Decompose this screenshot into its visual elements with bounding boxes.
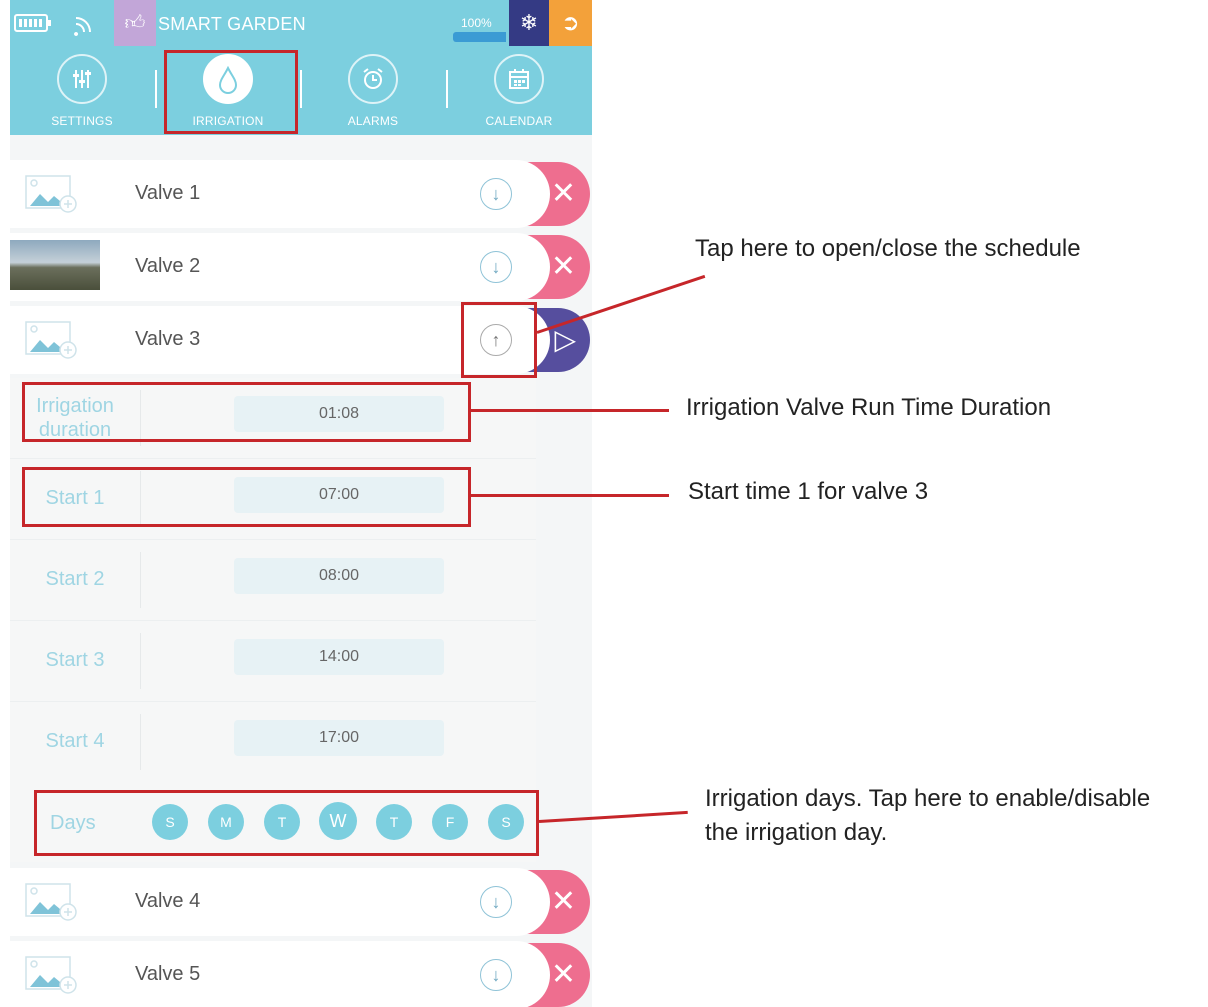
sliders-icon xyxy=(57,54,107,104)
valve-name[interactable]: Valve 1 xyxy=(135,182,200,205)
valve-row-2[interactable]: ✕ Valve 2 ↓ xyxy=(10,233,592,301)
tab-alarms[interactable]: ALARMS xyxy=(313,54,433,128)
start-time-value[interactable]: 14:00 xyxy=(234,639,444,675)
progress-indicator: 100% xyxy=(453,12,509,42)
battery-icon xyxy=(14,14,51,32)
delete-icon: ✕ xyxy=(550,177,576,210)
highlight-irrigation-tab xyxy=(164,50,298,134)
status-bar: 👍︎ SMART GARDEN 100% ❄ ➲ xyxy=(10,0,592,46)
tab-settings[interactable]: SETTINGS xyxy=(22,54,142,128)
tab-settings-label: SETTINGS xyxy=(51,114,113,128)
placeholder-image-icon[interactable] xyxy=(24,882,82,922)
start-time-value[interactable]: 17:00 xyxy=(234,720,444,756)
schedule-row-start-3[interactable]: Start 3 14:00 xyxy=(10,621,536,702)
down-arrow-icon[interactable]: ↓ xyxy=(480,178,512,210)
start-time-value[interactable]: 08:00 xyxy=(234,558,444,594)
delete-icon: ✕ xyxy=(550,250,576,283)
valve-row-5[interactable]: ✕ Valve 5 ↓ xyxy=(10,941,592,1007)
annotation-days-line-1: Irrigation days. Tap here to enable/disa… xyxy=(705,785,1151,812)
wifi-icon xyxy=(72,12,98,36)
tab-divider xyxy=(300,70,302,108)
highlight-days-row xyxy=(34,790,539,856)
annotation-toggle: Tap here to open/close the schedule xyxy=(695,235,1081,262)
highlight-toggle-button xyxy=(461,302,537,378)
calendar-icon xyxy=(494,54,544,104)
placeholder-image-icon[interactable] xyxy=(24,174,82,214)
valve-card: Valve 5 ↓ xyxy=(10,941,550,1007)
schedule-row-start-4[interactable]: Start 4 17:00 xyxy=(10,702,536,783)
delete-icon: ✕ xyxy=(550,958,576,991)
placeholder-image-icon[interactable] xyxy=(24,955,82,995)
placeholder-image-icon[interactable] xyxy=(24,320,82,360)
annotation-duration: Irrigation Valve Run Time Duration xyxy=(686,394,1052,421)
delete-icon: ✕ xyxy=(550,885,576,918)
alarm-clock-icon xyxy=(348,54,398,104)
tab-divider xyxy=(155,70,157,108)
start-label: Start 2 xyxy=(45,568,105,590)
valve-row-4[interactable]: ✕ Valve 4 ↓ xyxy=(10,868,592,936)
tab-calendar-label: CALENDAR xyxy=(485,114,553,128)
valve-card: Valve 1 ↓ xyxy=(10,160,550,228)
thumbs-up-icon[interactable]: 👍︎ xyxy=(114,0,156,46)
tab-alarms-label: ALARMS xyxy=(347,114,399,128)
snowflake-icon[interactable]: ❄ xyxy=(509,0,549,46)
start-label: Start 4 xyxy=(45,730,105,752)
highlight-start-1-row xyxy=(22,467,471,527)
tab-calendar[interactable]: CALENDAR xyxy=(459,54,579,128)
annotation-start-1: Start time 1 for valve 3 xyxy=(688,478,929,505)
valve-name[interactable]: Valve 3 xyxy=(135,328,200,351)
tab-divider xyxy=(446,70,448,108)
annotation-line-duration xyxy=(471,409,669,412)
valve-card: Valve 2 ↓ xyxy=(10,233,550,301)
down-arrow-icon[interactable]: ↓ xyxy=(480,886,512,918)
annotation-line-start-1 xyxy=(471,494,669,497)
down-arrow-icon[interactable]: ↓ xyxy=(480,959,512,991)
valve-card: Valve 4 ↓ xyxy=(10,868,550,936)
valve-name[interactable]: Valve 4 xyxy=(135,890,200,913)
exit-icon[interactable]: ➲ xyxy=(549,0,592,46)
app-title: SMART GARDEN xyxy=(158,14,306,34)
highlight-duration-row xyxy=(22,382,471,442)
top-bar: 👍︎ SMART GARDEN 100% ❄ ➲ SETTINGS IRRIGA… xyxy=(10,0,592,135)
start-label: Start 3 xyxy=(45,649,105,671)
annotation-days-line-2: the irrigation day. xyxy=(705,819,888,846)
play-icon: ▷ xyxy=(554,324,576,355)
schedule-row-start-2[interactable]: Start 2 08:00 xyxy=(10,540,536,621)
valve-photo[interactable] xyxy=(10,240,100,290)
progress-label: 100% xyxy=(461,16,492,30)
valve-name[interactable]: Valve 2 xyxy=(135,255,200,278)
down-arrow-icon[interactable]: ↓ xyxy=(480,251,512,283)
valve-name[interactable]: Valve 5 xyxy=(135,963,200,986)
valve-row-1[interactable]: ✕ Valve 1 ↓ xyxy=(10,160,592,228)
progress-fill xyxy=(453,32,507,42)
